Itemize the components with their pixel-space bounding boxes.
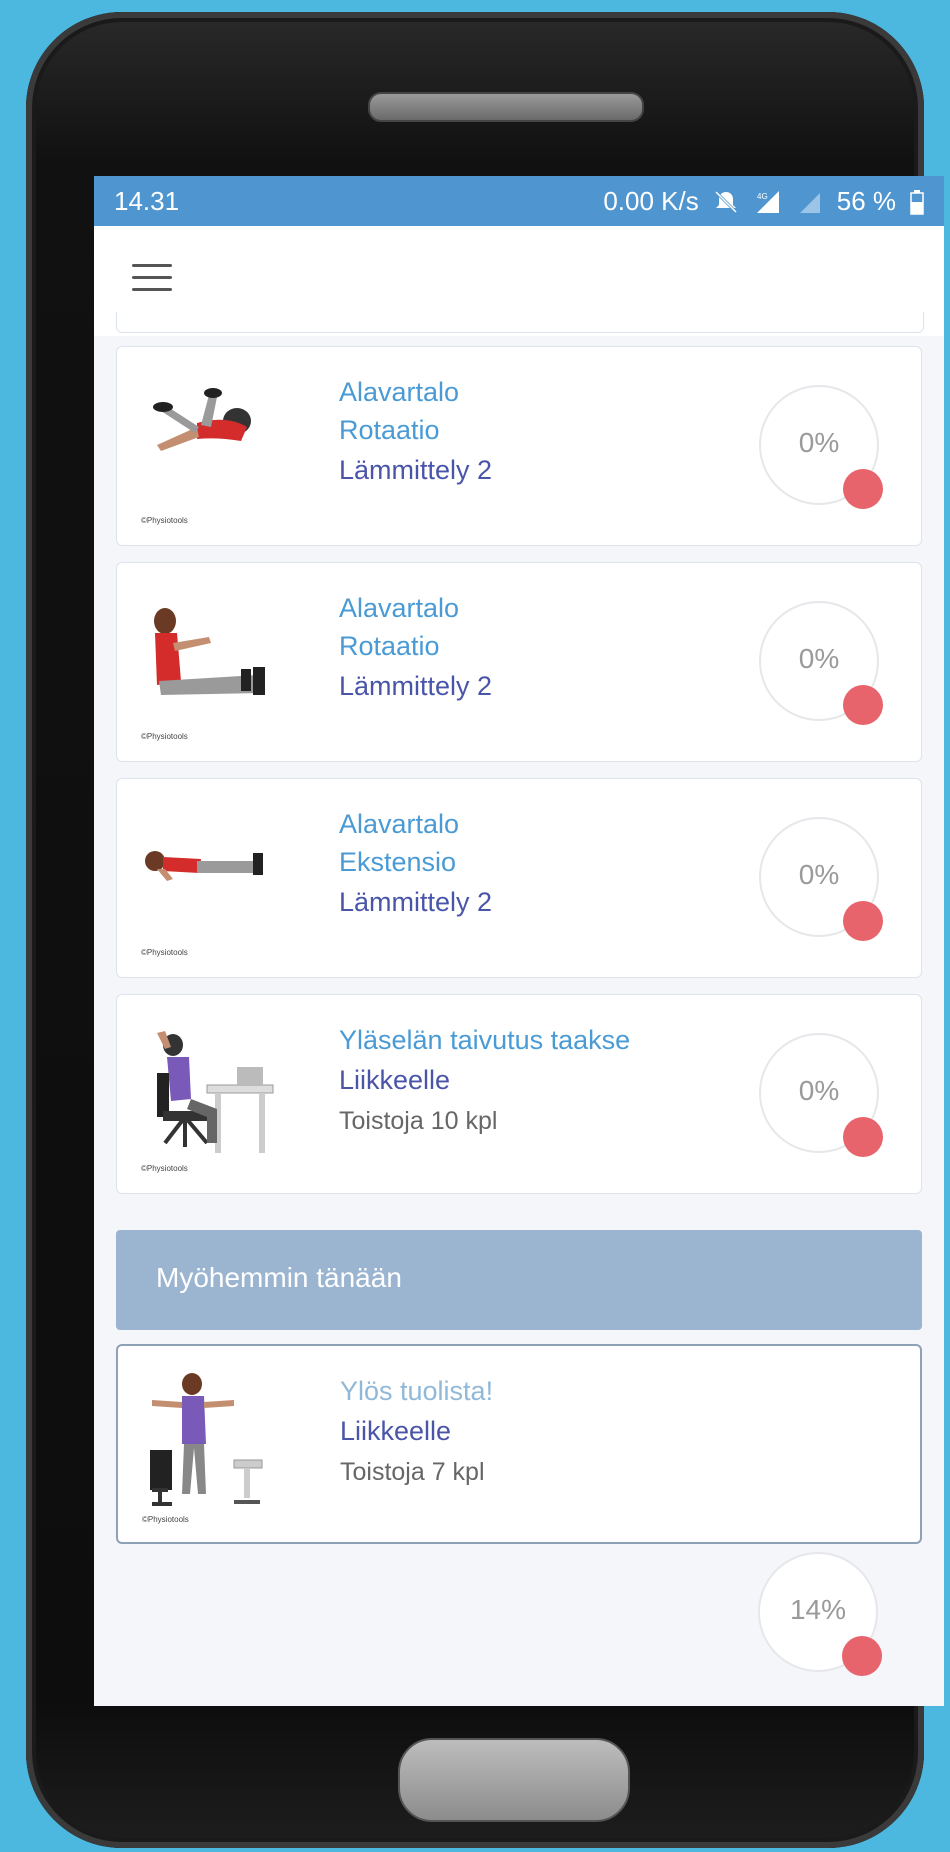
hamburger-menu-icon[interactable]: [132, 264, 172, 292]
exercise-progress-value: 0%: [798, 427, 840, 458]
exercise-card[interactable]: ©Physiotools Alavartalo Rotaatio Lämmitt…: [116, 346, 922, 546]
exercise-progress-value: 0%: [798, 643, 840, 674]
exercise-progress-circle: 0%: [759, 385, 883, 509]
exercise-illustration: ©Physiotools: [137, 365, 287, 525]
battery-icon: [910, 189, 924, 215]
image-copyright: ©Physiotools: [141, 1164, 188, 1173]
exercise-body-area: Alavartalo: [339, 809, 460, 839]
image-copyright: ©Physiotools: [141, 948, 188, 957]
overall-progress-button[interactable]: 14%: [758, 1552, 882, 1676]
exercise-movement: Ekstensio: [339, 847, 457, 877]
exercise-category: Lämmittely 2: [339, 455, 493, 485]
exercise-progress-circle: 0%: [759, 601, 883, 725]
status-time: 14.31: [114, 186, 180, 216]
section-title: Myöhemmin tänään: [156, 1262, 402, 1293]
exercise-illustration: ©Physiotools: [138, 1364, 288, 1524]
exercise-category: Lämmittely 2: [339, 671, 493, 701]
image-copyright: ©Physiotools: [142, 1515, 189, 1524]
status-dot: [843, 685, 883, 725]
status-bar: 14.31 0.00 K/s 4G 56 %: [94, 176, 944, 226]
exercise-name: Ylös tuolista!: [340, 1376, 494, 1406]
exercise-body-area: Alavartalo: [339, 593, 460, 623]
status-dot: [842, 1636, 882, 1676]
exercise-card[interactable]: ©Physiotools Yläselän taivutus taakse Li…: [116, 994, 922, 1194]
exercise-category: Lämmittely 2: [339, 887, 493, 917]
network-speed: 0.00 K/s: [603, 186, 699, 216]
exercise-progress-circle: 0%: [759, 1033, 883, 1157]
exercise-category: Liikkeelle: [339, 1065, 451, 1095]
previous-card-edge: [116, 312, 924, 333]
exercise-progress-value: 0%: [798, 859, 840, 890]
exercise-reps: Toistoja 7 kpl: [340, 1458, 485, 1486]
speaker-grille: [368, 92, 644, 122]
status-indicators: 0.00 K/s 4G 56 %: [603, 186, 924, 217]
exercise-body-area: Alavartalo: [339, 377, 460, 407]
upcoming-exercise-card[interactable]: ©Physiotools Ylös tuolista! Liikkeelle T…: [116, 1344, 922, 1544]
status-dot: [843, 1117, 883, 1157]
sim-signal-icon: [797, 189, 823, 215]
exercise-reps: Toistoja 10 kpl: [339, 1107, 498, 1135]
exercise-card[interactable]: ©Physiotools Alavartalo Rotaatio Lämmitt…: [116, 562, 922, 762]
mute-notifications-icon: [713, 189, 739, 215]
status-dot: [843, 901, 883, 941]
exercise-illustration: ©Physiotools: [137, 1013, 287, 1173]
exercise-progress-circle: 0%: [759, 817, 883, 941]
exercise-illustration: ©Physiotools: [137, 581, 287, 741]
signal-4g-icon: 4G: [753, 189, 783, 215]
exercise-illustration: ©Physiotools: [137, 797, 287, 957]
exercise-name: Yläselän taivutus taakse: [339, 1025, 631, 1055]
home-button[interactable]: [398, 1738, 630, 1822]
status-dot: [843, 469, 883, 509]
overall-progress-value: 14%: [789, 1594, 847, 1625]
exercise-movement: Rotaatio: [339, 415, 440, 445]
image-copyright: ©Physiotools: [141, 516, 188, 525]
exercise-movement: Rotaatio: [339, 631, 440, 661]
svg-text:4G: 4G: [757, 192, 768, 201]
exercise-category: Liikkeelle: [340, 1416, 452, 1446]
image-copyright: ©Physiotools: [141, 732, 188, 741]
phone-frame: 14.31 0.00 K/s 4G 56 % ©Physiotools Alav…: [26, 12, 944, 1848]
app-screen: 14.31 0.00 K/s 4G 56 % ©Physiotools Alav…: [94, 176, 944, 1706]
exercise-progress-value: 0%: [798, 1075, 840, 1106]
exercise-card[interactable]: ©Physiotools Alavartalo Ekstensio Lämmit…: [116, 778, 922, 978]
later-today-section-header: Myöhemmin tänään: [116, 1230, 922, 1330]
battery-percent: 56 %: [836, 186, 896, 216]
